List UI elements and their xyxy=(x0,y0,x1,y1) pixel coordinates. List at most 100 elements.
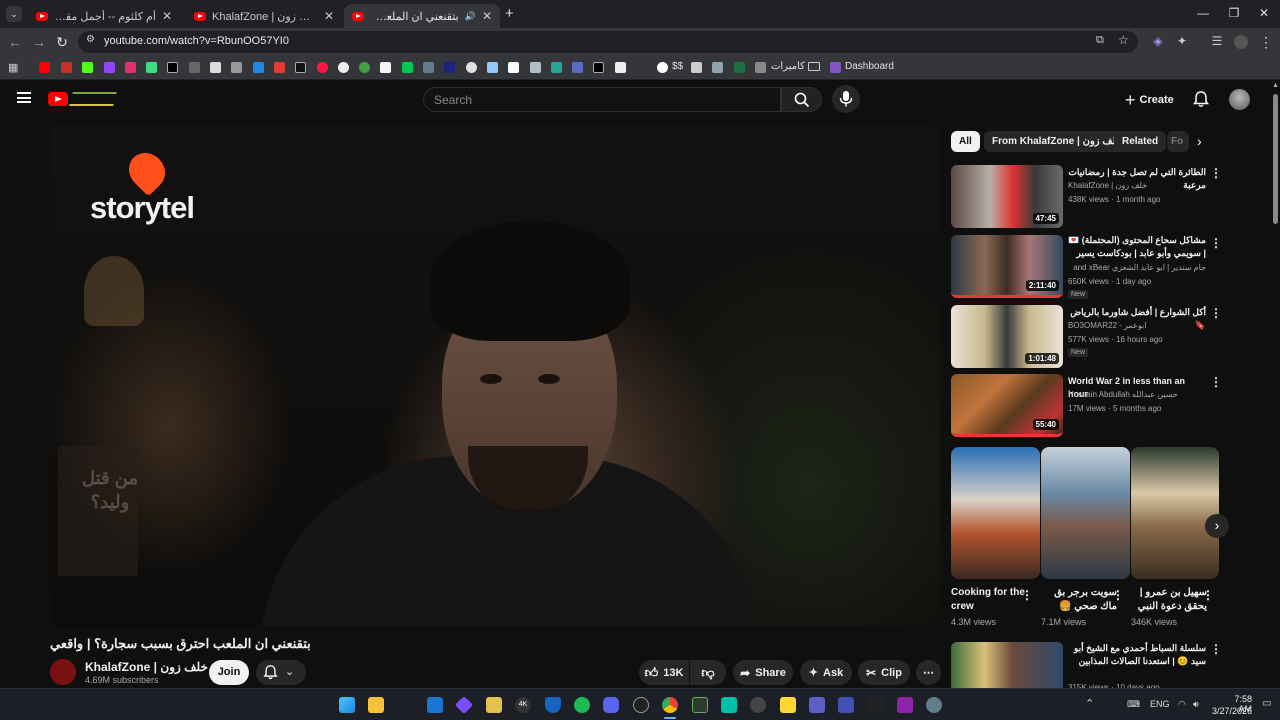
short-title[interactable]: Cooking for the crew xyxy=(951,586,1027,614)
omnibox[interactable]: ⚙ youtube.com/watch?v=RbunOO57YI0 ⧉ ☆ xyxy=(78,31,1138,53)
maximize-icon[interactable]: ❐ xyxy=(1224,6,1244,20)
app-icon[interactable] xyxy=(486,697,502,713)
channel-name-text[interactable]: KhalafZone | خلف زون xyxy=(85,660,208,674)
security-shield-icon[interactable] xyxy=(545,697,561,713)
bookmark-site-icon[interactable] xyxy=(466,62,477,73)
reload-icon[interactable]: ↻ xyxy=(53,34,71,51)
4k-downloader-icon[interactable]: 4K xyxy=(515,697,531,713)
chip-related[interactable]: Related xyxy=(1114,131,1167,152)
like-button[interactable]: 👍︎ 13K xyxy=(639,660,689,685)
ask-button[interactable]: ✦ Ask xyxy=(800,660,852,685)
bookmark-site-icon[interactable] xyxy=(338,62,349,73)
bookmark-site-icon[interactable] xyxy=(530,62,541,73)
voice-search-button[interactable] xyxy=(832,85,860,113)
app-icon[interactable] xyxy=(838,697,854,713)
bookmark-label[interactable]: $$ xyxy=(672,61,683,72)
scroll-up-arrow-icon[interactable]: ▲ xyxy=(1272,82,1279,89)
bookmark-site-icon[interactable] xyxy=(712,62,723,73)
bookmark-excel-icon[interactable] xyxy=(734,62,745,73)
language-indicator[interactable]: ENG xyxy=(1150,699,1170,709)
spotify-icon[interactable] xyxy=(574,697,590,713)
bookmark-site-icon[interactable] xyxy=(423,62,434,73)
bookmark-star-icon[interactable]: ☆ xyxy=(1118,33,1129,47)
bookmark-site-icon[interactable] xyxy=(593,62,604,73)
more-vertical-icon[interactable]: ⋮ xyxy=(1210,306,1222,320)
bookmark-site-icon[interactable] xyxy=(380,62,391,73)
bookmark-site-icon[interactable] xyxy=(755,62,766,73)
site-info-icon[interactable]: ⚙ xyxy=(86,34,95,45)
close-tab-icon[interactable]: ✕ xyxy=(482,9,492,23)
bookmark-google-icon[interactable] xyxy=(657,62,668,73)
bookmark-kick-icon[interactable] xyxy=(82,62,93,73)
menu-hamburger-icon[interactable] xyxy=(17,92,31,103)
dislike-button[interactable]: 👎︎ xyxy=(690,660,726,685)
close-tab-icon[interactable]: ✕ xyxy=(162,9,172,23)
clock-date[interactable]: 3/27/2026 xyxy=(1212,706,1252,716)
more-vertical-icon[interactable]: ⋮ xyxy=(1210,166,1222,180)
bookmark-site-icon[interactable] xyxy=(508,62,519,73)
account-avatar[interactable] xyxy=(1229,89,1250,110)
shorts-next-arrow-icon[interactable]: › xyxy=(1205,514,1229,538)
channel-name[interactable]: جام ستدير | ابو عابد الشعري and xBear xyxy=(1068,263,1206,272)
new-tab-button[interactable]: + xyxy=(505,5,514,22)
channel-name[interactable]: Hussain Abdullah حسين عبدالله xyxy=(1068,390,1206,399)
bookmark-site-icon[interactable] xyxy=(295,62,306,73)
bookmark-site-icon[interactable] xyxy=(274,62,285,73)
teams-icon[interactable] xyxy=(809,697,825,713)
search-input[interactable]: Search xyxy=(423,87,781,112)
more-vertical-icon[interactable]: ⋮ xyxy=(1021,588,1033,602)
bookmark-site-icon[interactable] xyxy=(253,62,264,73)
scrollbar-thumb[interactable] xyxy=(1273,94,1278,224)
chip-all[interactable]: All xyxy=(951,131,980,152)
bookmark-dashboard[interactable]: Dashboard xyxy=(845,61,894,72)
more-vertical-icon[interactable]: ⋮ xyxy=(1210,375,1222,389)
install-app-icon[interactable]: ⧉ xyxy=(1096,34,1104,47)
browser-menu-icon[interactable]: ⋮ xyxy=(1257,34,1275,51)
channel-name[interactable]: KhalafZone | خلف زون xyxy=(1068,181,1206,190)
channel-name[interactable]: BO3OMAR22 - ابوعمر xyxy=(1068,321,1206,330)
chip-from-channel[interactable]: From KhalafZone | خلف زون xyxy=(984,131,1131,152)
more-vertical-icon[interactable]: ⋮ xyxy=(1210,642,1222,656)
short-thumbnail[interactable] xyxy=(951,447,1040,579)
short-title[interactable]: سهيل بن عمرو | يحقق دعوة النبي ... xyxy=(1131,586,1207,614)
video-player[interactable]: من قتل وليد؟ storytel xyxy=(50,126,940,626)
bookmark-site-icon[interactable] xyxy=(189,62,200,73)
video-title[interactable]: سلسلة السباط أحمدي مع الشيخ أبو سيد 😊 | … xyxy=(1068,642,1206,669)
bookmark-site-icon[interactable] xyxy=(615,62,626,73)
tab-khalafzone-channel[interactable]: KhalafZone | خلف زون - YouTube ✕ xyxy=(186,4,342,28)
page-scrollbar[interactable]: ▲ xyxy=(1271,80,1280,688)
bookmark-dashboard-icon[interactable] xyxy=(830,62,841,73)
tray-overflow-chevron-icon[interactable]: ⌃ xyxy=(1085,697,1094,710)
bookmark-site-icon[interactable] xyxy=(317,62,328,73)
bookmark-site-icon[interactable] xyxy=(146,62,157,73)
app-icon[interactable] xyxy=(454,695,474,715)
bookmark-site-icon[interactable] xyxy=(551,62,562,73)
bookmark-site-icon[interactable] xyxy=(487,62,498,73)
mail-app-icon[interactable] xyxy=(427,697,443,713)
short-thumbnail[interactable] xyxy=(1041,447,1130,579)
minimize-icon[interactable]: — xyxy=(1193,6,1213,20)
search-button[interactable] xyxy=(781,87,822,112)
forward-icon[interactable]: → xyxy=(30,34,48,50)
bookmark-cameras[interactable]: كاميرات xyxy=(771,61,805,72)
subscription-bell-button[interactable]: ⌄ xyxy=(256,660,306,685)
bookmark-site-icon[interactable] xyxy=(402,62,413,73)
app-icon[interactable] xyxy=(633,697,649,713)
bookmark-site-icon[interactable] xyxy=(691,62,702,73)
bookmark-youtube-icon[interactable] xyxy=(39,62,50,73)
short-thumbnail[interactable] xyxy=(1131,447,1219,579)
video-thumbnail[interactable]: 55:40 xyxy=(951,374,1063,437)
chrome-icon[interactable] xyxy=(662,697,678,713)
video-title[interactable]: مشاكل سحاع المحتوى (المحتملة) 💌 | سويمي … xyxy=(1068,234,1206,261)
join-button[interactable]: Join xyxy=(209,660,249,685)
profile-avatar-icon[interactable] xyxy=(1234,35,1248,49)
create-button[interactable]: + Create xyxy=(1119,88,1180,112)
bookmark-red-icon[interactable] xyxy=(61,62,72,73)
volume-icon[interactable]: 🔊︎ xyxy=(1193,699,1199,710)
bookmark-site-icon[interactable] xyxy=(444,62,455,73)
apps-grid-icon[interactable]: ▦ xyxy=(8,61,18,74)
video-thumbnail[interactable] xyxy=(951,642,1063,688)
bookmark-twitch-icon[interactable] xyxy=(104,62,115,73)
bookmark-site-icon[interactable] xyxy=(231,62,242,73)
share-button[interactable]: ➦ Share xyxy=(733,660,793,685)
